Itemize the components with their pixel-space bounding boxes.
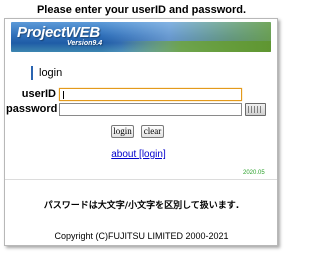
page-instruction: Please enter your userID and password. bbox=[36, 4, 247, 16]
app-banner: ProjectWEB Version9.4 bbox=[11, 22, 271, 52]
userid-label: userID bbox=[21, 88, 56, 100]
banner-background-grass bbox=[121, 41, 271, 52]
divider bbox=[5, 179, 277, 180]
case-sensitivity-notice: パスワードは大文字/小文字を区別して扱います. bbox=[43, 201, 240, 211]
password-label: password bbox=[6, 103, 58, 115]
clear-button[interactable]: clear bbox=[141, 125, 164, 138]
release-date: 2020.05 bbox=[243, 170, 265, 176]
software-keyboard-icon[interactable] bbox=[245, 103, 266, 116]
about-login-link[interactable]: about [login] bbox=[0, 149, 277, 160]
password-field[interactable] bbox=[59, 103, 242, 116]
text-caret bbox=[63, 91, 64, 99]
brand-logo: ProjectWEB bbox=[17, 24, 100, 41]
copyright: Copyright (C)FUJITSU LIMITED 2000-2021 bbox=[54, 231, 229, 241]
login-button[interactable]: login bbox=[111, 125, 134, 138]
brand-version: Version9.4 bbox=[67, 40, 103, 47]
keyboard-keys bbox=[248, 106, 263, 113]
userid-field[interactable] bbox=[59, 88, 242, 101]
section-title: login bbox=[31, 66, 62, 80]
